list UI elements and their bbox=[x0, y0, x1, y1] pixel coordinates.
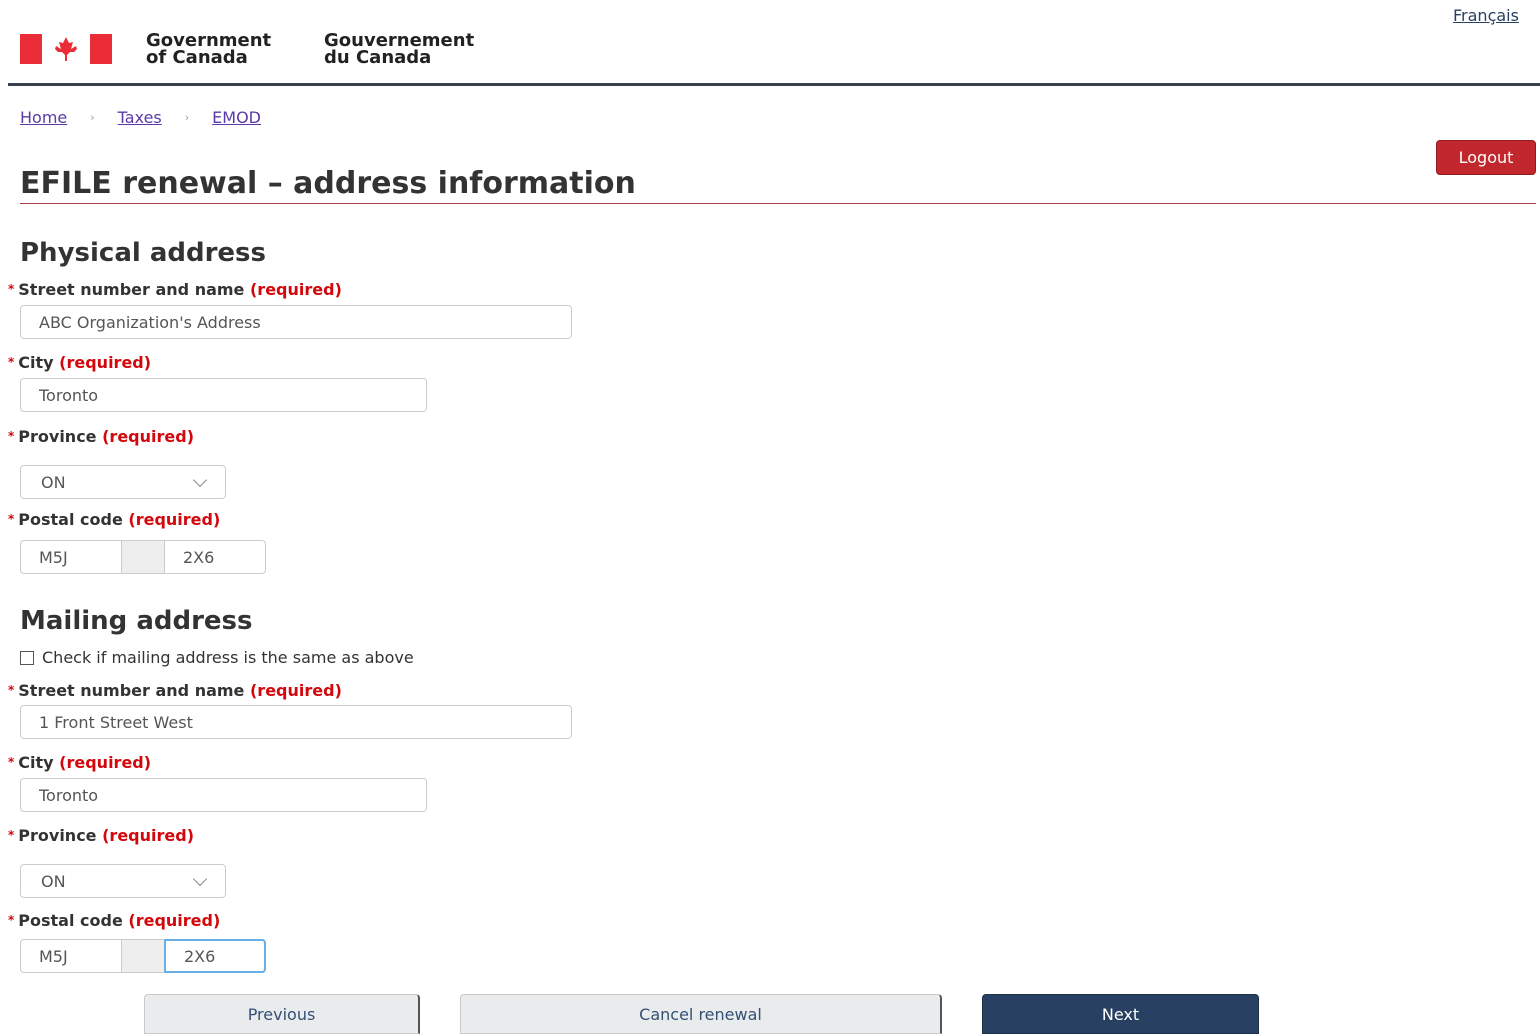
chevron-down-icon bbox=[192, 871, 208, 886]
mailing-postal-label: * Postal code (required) bbox=[8, 911, 221, 930]
physical-postal-part1-input[interactable]: M5J bbox=[20, 540, 122, 574]
mailing-city-label: * City (required) bbox=[8, 753, 152, 772]
breadcrumb-emod[interactable]: EMOD bbox=[212, 108, 261, 127]
header-divider bbox=[8, 83, 1540, 86]
same-as-above-checkbox[interactable] bbox=[20, 650, 34, 665]
required-asterisk-icon: * bbox=[8, 429, 15, 443]
mailing-province-value: ON bbox=[41, 871, 66, 891]
breadcrumb-home[interactable]: Home bbox=[20, 108, 67, 127]
same-as-above-label: Check if mailing address is the same as … bbox=[42, 648, 414, 667]
government-of-canada-en: Government of Canada bbox=[146, 30, 272, 68]
mailing-street-label: * Street number and name (required) bbox=[8, 681, 342, 700]
required-asterisk-icon: * bbox=[8, 282, 15, 296]
postal-separator bbox=[122, 939, 164, 973]
physical-province-value: ON bbox=[41, 472, 66, 492]
physical-city-input[interactable]: Toronto bbox=[20, 378, 427, 412]
mailing-city-input[interactable]: Toronto bbox=[20, 778, 427, 812]
title-divider bbox=[20, 203, 1536, 204]
mailing-postal-part1-input[interactable]: M5J bbox=[20, 939, 122, 973]
page-title: EFILE renewal – address information bbox=[20, 166, 636, 201]
breadcrumb-separator-icon: › bbox=[90, 111, 95, 124]
logout-button[interactable]: Logout bbox=[1436, 140, 1536, 175]
mailing-street-input[interactable]: 1 Front Street West bbox=[20, 705, 572, 739]
required-asterisk-icon: * bbox=[8, 355, 15, 369]
physical-postal-part2-input[interactable]: 2X6 bbox=[164, 540, 266, 574]
required-asterisk-icon: * bbox=[8, 913, 15, 927]
canada-flag-logo bbox=[20, 34, 112, 64]
physical-postal-label: * Postal code (required) bbox=[8, 510, 221, 529]
physical-address-heading: Physical address bbox=[20, 238, 266, 268]
next-button[interactable]: Next bbox=[982, 994, 1259, 1034]
mailing-postal-part2-input[interactable]: 2X6 bbox=[164, 939, 266, 973]
cancel-renewal-button[interactable]: Cancel renewal bbox=[460, 994, 942, 1034]
language-toggle-link[interactable]: Français bbox=[1453, 6, 1519, 25]
postal-separator bbox=[122, 540, 164, 574]
required-asterisk-icon: * bbox=[8, 512, 15, 526]
physical-city-label: * City (required) bbox=[8, 353, 152, 372]
physical-province-label: * Province (required) bbox=[8, 427, 194, 446]
chevron-down-icon bbox=[192, 472, 208, 487]
mailing-postal-group: M5J 2X6 bbox=[20, 939, 266, 973]
previous-button[interactable]: Previous bbox=[144, 994, 420, 1034]
breadcrumb: Home › Taxes › EMOD bbox=[20, 108, 261, 127]
required-asterisk-icon: * bbox=[8, 828, 15, 842]
mailing-address-heading: Mailing address bbox=[20, 606, 253, 636]
required-asterisk-icon: * bbox=[8, 683, 15, 697]
physical-street-input[interactable]: ABC Organization's Address bbox=[20, 305, 572, 339]
physical-postal-group: M5J 2X6 bbox=[20, 540, 266, 574]
mailing-province-select[interactable]: ON bbox=[20, 864, 226, 898]
mailing-province-label: * Province (required) bbox=[8, 826, 194, 845]
breadcrumb-taxes[interactable]: Taxes bbox=[118, 108, 162, 127]
breadcrumb-separator-icon: › bbox=[184, 111, 190, 124]
same-as-above-row[interactable]: Check if mailing address is the same as … bbox=[20, 648, 414, 667]
required-asterisk-icon: * bbox=[8, 755, 15, 769]
physical-street-label: * Street number and name (required) bbox=[8, 280, 342, 299]
physical-province-select[interactable]: ON bbox=[20, 465, 226, 499]
government-of-canada-fr: Gouvernement du Canada bbox=[324, 30, 475, 68]
